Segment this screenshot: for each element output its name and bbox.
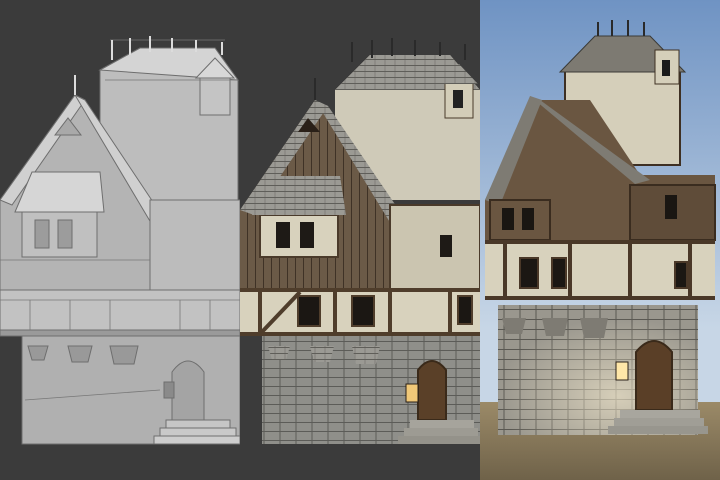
final-render-panel xyxy=(480,0,720,480)
rendered-house-drawing xyxy=(480,0,720,480)
textured-house-drawing xyxy=(240,38,480,444)
comparison-image xyxy=(0,0,720,480)
untextured-model-panel xyxy=(0,0,240,480)
textured-model-panel xyxy=(240,0,480,480)
grey-house-drawing xyxy=(0,36,240,445)
